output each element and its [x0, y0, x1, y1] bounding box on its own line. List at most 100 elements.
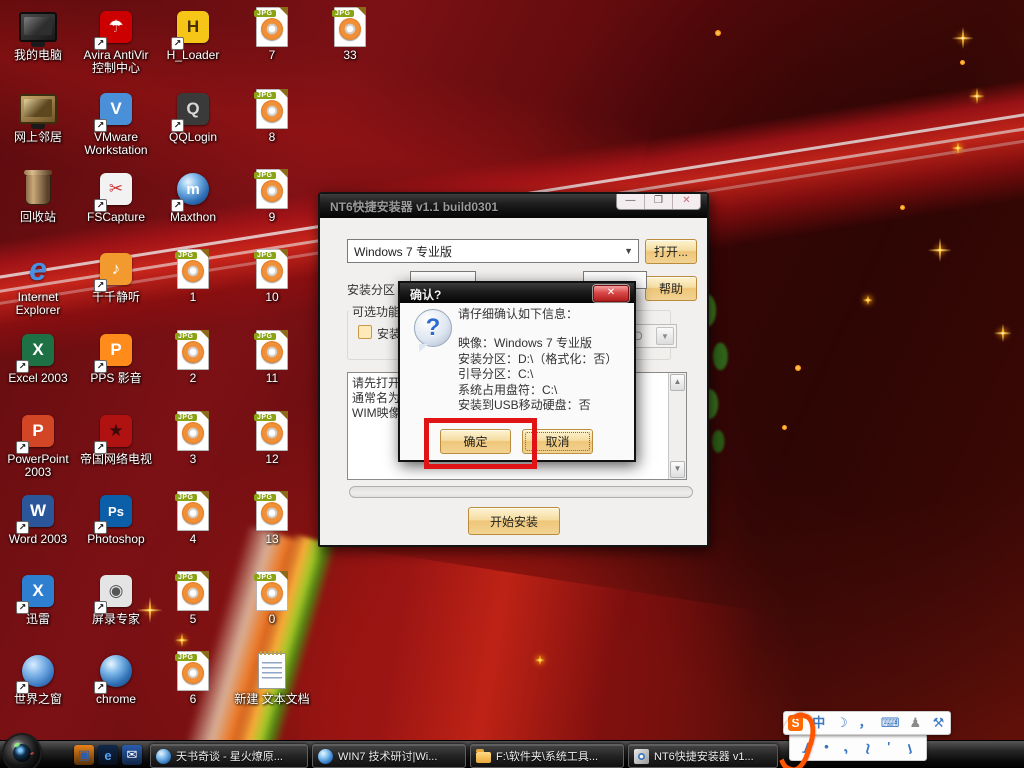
jpg-file-icon[interactable]: JPG13	[234, 492, 310, 546]
jpg-file-icon: JPG	[177, 491, 209, 531]
jpg-file-icon[interactable]: JPG9	[234, 170, 310, 224]
desktop-icon-label: 屏录专家	[78, 613, 154, 626]
photoshop-icon[interactable]: Ps↗Photoshop	[78, 492, 154, 546]
start-install-button[interactable]: 开始安装	[468, 507, 560, 535]
taskbar-task-1[interactable]: 天书奇谈 - 星火燎原...	[150, 744, 308, 768]
desktop-icon-label: Word 2003	[0, 533, 76, 546]
desktop-icon-label: 2	[155, 372, 231, 385]
mail-quicklaunch-icon[interactable]: ✉	[122, 745, 142, 765]
word-2003-icon[interactable]: W↗Word 2003	[0, 492, 76, 546]
taskbar-task-2[interactable]: WIN7 技术研讨|Wi...	[312, 744, 466, 768]
chrome-icon[interactable]: ↗chrome	[78, 652, 154, 706]
desktop-icon-label: 11	[234, 372, 310, 385]
jpg-file-icon: JPG	[256, 7, 288, 47]
jpg-file-icon[interactable]: JPG3	[155, 412, 231, 466]
close-icon[interactable]: ✕	[593, 285, 629, 302]
confirm-title-bar[interactable]: 确认? ✕	[400, 283, 634, 303]
pps-icon[interactable]: P↗PPS 影音	[78, 331, 154, 385]
desktop-icon-label: 迅雷	[0, 613, 76, 626]
media-quicklaunch-icon[interactable]: ▣	[74, 745, 94, 765]
wallpaper-streak	[176, 525, 315, 768]
sogou-language-bar[interactable]: S中 ☽ ， ⌨ ♟ ⚒	[783, 711, 951, 735]
maxthon-icon[interactable]: m↗Maxthon	[155, 170, 231, 224]
partition-label: 安装分区	[347, 281, 395, 298]
desktop-icon-label: Avira AntiVir 控制中心	[78, 49, 154, 75]
ttplayer-icon[interactable]: ♪↗千千静听	[78, 250, 154, 304]
desktop-icon-label: PPS 影音	[78, 372, 154, 385]
confirm-title: 确认?	[410, 286, 441, 303]
moon-mode-icon[interactable]: ☽	[834, 714, 849, 732]
jpg-file-icon[interactable]: JPG2	[155, 331, 231, 385]
desktop: 我的电脑网上邻居回收站 eInternet Explorer X↗Excel 200…	[0, 0, 1024, 768]
recycle-bin-icon[interactable]: 回收站	[0, 170, 76, 224]
glitch-glyph: ʃ	[796, 736, 816, 758]
sogou-logo-icon[interactable]: S	[788, 715, 803, 731]
hloader-icon[interactable]: H↗H_Loader	[155, 8, 231, 62]
screen-recorder-icon[interactable]: ◉↗屏录专家	[78, 572, 154, 626]
globe-icon	[156, 749, 171, 764]
jpg-file-icon[interactable]: JPG4	[155, 492, 231, 546]
desktop-icon-label: QQLogin	[155, 131, 231, 144]
tools-icon[interactable]: ⚒	[931, 714, 946, 732]
minimize-button[interactable]: —	[617, 194, 644, 209]
taskbar-task-4[interactable]: NT6快捷安装器 v1...	[628, 744, 778, 768]
shortcut-arrow-icon: ↗	[171, 119, 184, 132]
internet-explorer-icon[interactable]: eInternet Explorer	[0, 250, 76, 317]
maximize-button[interactable]: ❐	[644, 194, 672, 209]
powerpoint-2003-icon[interactable]: P↗PowerPoint 2003	[0, 412, 76, 479]
title-bar[interactable]: NT6快捷安装器 v1.1 build0301 — ❐ ✕	[320, 194, 707, 218]
empire-tv-icon[interactable]: ★↗帝国网络电视	[78, 412, 154, 466]
desktop-icon-label: FSCapture	[78, 211, 154, 224]
jpg-file-icon: JPG	[256, 491, 288, 531]
desktop-icon-label: PowerPoint 2003	[0, 453, 76, 479]
jpg-file-icon[interactable]: JPG11	[234, 331, 310, 385]
jpg-file-icon[interactable]: JPG7	[234, 8, 310, 62]
open-button[interactable]: 打开...	[645, 239, 697, 264]
my-computer-icon[interactable]: 我的电脑	[0, 8, 76, 62]
desktop-icon-label: 1	[155, 291, 231, 304]
soft-keyboard-icon[interactable]: ⌨	[881, 714, 900, 732]
cancel-button[interactable]: 取消	[522, 429, 593, 454]
vmware-icon[interactable]: V↗VMware Workstation	[78, 90, 154, 157]
sparkle-decoration	[535, 655, 545, 665]
install-checkbox[interactable]	[358, 325, 372, 339]
glow-dot-decoration	[715, 30, 721, 36]
scrollbar[interactable]: ▲ ▼	[668, 373, 686, 479]
desktop-icon-label: 世界之窗	[0, 693, 76, 706]
qqlogin-icon[interactable]: Q↗QQLogin	[155, 90, 231, 144]
jpg-file-icon[interactable]: JPG8	[234, 90, 310, 144]
ie-quicklaunch-icon[interactable]: e	[98, 745, 118, 765]
scroll-up-button[interactable]: ▲	[670, 374, 685, 391]
fscapture-icon[interactable]: ✂↗FSCapture	[78, 170, 154, 224]
thunder-icon[interactable]: X↗迅雷	[0, 572, 76, 626]
task-label: 天书奇谈 - 星火燎原...	[176, 748, 283, 764]
chevron-down-icon: ▼	[624, 246, 633, 256]
start-button[interactable]	[4, 735, 40, 768]
jpg-file-icon[interactable]: JPG6	[155, 652, 231, 706]
new-text-doc-icon[interactable]: 新建 文本文档	[234, 652, 310, 706]
network-places-icon[interactable]: 网上邻居	[0, 90, 76, 144]
taskbar-task-3[interactable]: F:\软件夹\系统工具...	[470, 744, 624, 768]
folder-icon	[476, 752, 491, 763]
ok-button[interactable]: 确定	[440, 429, 511, 454]
excel-2003-icon[interactable]: X↗Excel 2003	[0, 331, 76, 385]
recycle-bin-icon	[25, 173, 51, 205]
shortcut-arrow-icon: ↗	[94, 279, 107, 292]
desktop-icon-label: Photoshop	[78, 533, 154, 546]
help-button[interactable]: 帮助	[645, 276, 697, 301]
jpg-file-icon[interactable]: JPG12	[234, 412, 310, 466]
network-places-icon	[19, 94, 57, 124]
jpg-file-icon[interactable]: JPG1	[155, 250, 231, 304]
jpg-file-icon[interactable]: JPG0	[234, 572, 310, 626]
jpg-file-icon[interactable]: JPG33	[312, 8, 388, 62]
chinese-mode-icon[interactable]: 中	[811, 714, 826, 732]
world-window-icon[interactable]: ↗世界之窗	[0, 652, 76, 706]
avira-antivir-icon[interactable]: ☂↗Avira AntiVir 控制中心	[78, 8, 154, 75]
image-select-combo[interactable]: Windows 7 专业版 ▼	[347, 239, 639, 263]
jpg-file-icon[interactable]: JPG10	[234, 250, 310, 304]
user-icon[interactable]: ♟	[908, 714, 923, 732]
jpg-file-icon[interactable]: JPG5	[155, 572, 231, 626]
close-button[interactable]: ✕	[672, 194, 700, 209]
scroll-down-button[interactable]: ▼	[670, 461, 685, 478]
punctuation-icon[interactable]: ，	[858, 714, 873, 732]
